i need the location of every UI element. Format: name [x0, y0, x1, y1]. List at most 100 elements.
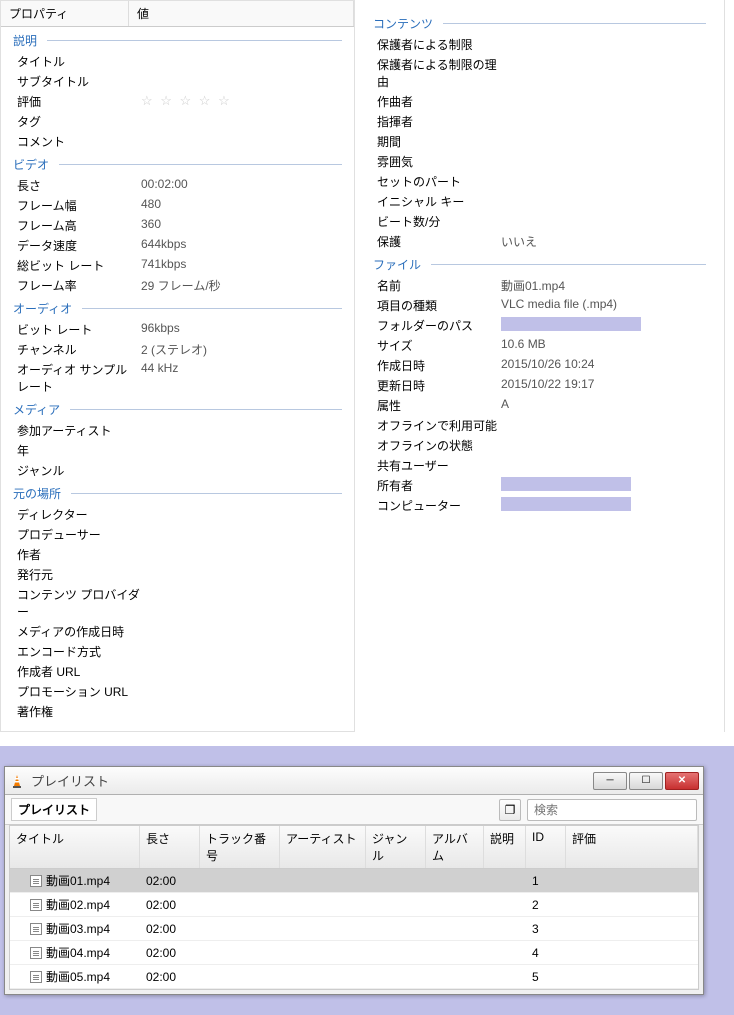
col-id[interactable]: ID: [526, 826, 566, 868]
property-row[interactable]: ディレクター: [9, 504, 346, 524]
property-row[interactable]: 保護者による制限の理由: [369, 54, 710, 91]
col-genre[interactable]: ジャンル: [366, 826, 426, 868]
col-title[interactable]: タイトル: [10, 826, 140, 868]
property-row[interactable]: 作曲者: [369, 91, 710, 111]
property-row[interactable]: 項目の種類VLC media file (.mp4): [369, 295, 710, 315]
playlist-row[interactable]: 動画05.mp402:005: [10, 965, 698, 989]
property-row[interactable]: プロモーション URL: [9, 681, 346, 701]
playlist-row[interactable]: 動画03.mp402:003: [10, 917, 698, 941]
property-row[interactable]: 参加アーティスト: [9, 420, 346, 440]
col-album[interactable]: アルバム: [426, 826, 484, 868]
playlist-row[interactable]: 動画04.mp402:004: [10, 941, 698, 965]
property-row[interactable]: 著作権: [9, 701, 346, 721]
prop-label: 参加アーティスト: [13, 422, 141, 439]
property-row[interactable]: 長さ00:02:00: [9, 175, 346, 195]
row-length: 02:00: [140, 895, 200, 915]
property-row[interactable]: サブタイトル: [9, 71, 346, 91]
property-row[interactable]: コメント: [9, 131, 346, 151]
prop-value-text: 10.6 MB: [501, 337, 546, 351]
redacted-value: [501, 477, 631, 491]
playlist-row[interactable]: 動画02.mp402:002: [10, 893, 698, 917]
property-row[interactable]: タグ: [9, 111, 346, 131]
property-row[interactable]: 指揮者: [369, 111, 710, 131]
property-row[interactable]: ビット レート96kbps: [9, 319, 346, 339]
property-row[interactable]: タイトル: [9, 51, 346, 71]
property-row[interactable]: 期間: [369, 131, 710, 151]
row-id: 3: [526, 919, 566, 939]
property-row[interactable]: 作者: [9, 544, 346, 564]
property-row[interactable]: フレーム高360: [9, 215, 346, 235]
rating-stars[interactable]: ☆ ☆ ☆ ☆ ☆: [141, 93, 232, 108]
property-row[interactable]: 作成者 URL: [9, 661, 346, 681]
property-row[interactable]: 保護いいえ: [369, 231, 710, 251]
col-length[interactable]: 長さ: [140, 826, 200, 868]
prop-value-text: 2015/10/26 10:24: [501, 357, 594, 371]
property-row[interactable]: 作成日時2015/10/26 10:24: [369, 355, 710, 375]
col-track[interactable]: トラック番号: [200, 826, 280, 868]
col-artist[interactable]: アーティスト: [280, 826, 366, 868]
property-row[interactable]: 総ビット レート741kbps: [9, 255, 346, 275]
prop-label: オーディオ サンプル レート: [13, 361, 141, 395]
property-row[interactable]: 更新日時2015/10/22 19:17: [369, 375, 710, 395]
property-row[interactable]: イニシャル キー: [369, 191, 710, 211]
property-row[interactable]: データ速度644kbps: [9, 235, 346, 255]
col-rating[interactable]: 評価: [566, 826, 698, 868]
row-length: 02:00: [140, 943, 200, 963]
property-row[interactable]: ビート数/分: [369, 211, 710, 231]
prop-value-text: 644kbps: [141, 237, 186, 251]
row-length: 02:00: [140, 919, 200, 939]
property-row[interactable]: コンピューター: [369, 495, 710, 515]
prop-label: エンコード方式: [13, 643, 141, 660]
prop-label: サブタイトル: [13, 73, 141, 90]
property-row[interactable]: 名前動画01.mp4: [369, 275, 710, 295]
property-row[interactable]: 属性A: [369, 395, 710, 415]
col-desc[interactable]: 説明: [484, 826, 526, 868]
property-row[interactable]: 評価☆ ☆ ☆ ☆ ☆: [9, 91, 346, 111]
playlist-label: プレイリスト: [11, 798, 97, 821]
redacted-value: [501, 497, 631, 511]
property-row[interactable]: フレーム率29 フレーム/秒: [9, 275, 346, 295]
row-id: 5: [526, 967, 566, 987]
property-row[interactable]: プロデューサー: [9, 524, 346, 544]
prop-label: オフラインで利用可能: [373, 417, 501, 434]
header-property[interactable]: プロパティ: [1, 1, 129, 26]
section-title: オーディオ: [1, 295, 354, 319]
file-icon: [30, 971, 42, 983]
property-row[interactable]: 年: [9, 440, 346, 460]
close-button[interactable]: ✕: [665, 772, 699, 790]
property-row[interactable]: オーディオ サンプル レート44 kHz: [9, 359, 346, 396]
property-row[interactable]: エンコード方式: [9, 641, 346, 661]
property-row[interactable]: コンテンツ プロバイダー: [9, 584, 346, 621]
property-row[interactable]: メディアの作成日時: [9, 621, 346, 641]
property-row[interactable]: オフラインで利用可能: [369, 415, 710, 435]
property-row[interactable]: オフラインの状態: [369, 435, 710, 455]
property-row[interactable]: サイズ10.6 MB: [369, 335, 710, 355]
prop-label: 名前: [373, 277, 501, 294]
property-row[interactable]: 雰囲気: [369, 151, 710, 171]
window-titlebar[interactable]: プレイリスト ─ ☐ ✕: [5, 767, 703, 795]
property-row[interactable]: フォルダーのパス: [369, 315, 710, 335]
property-row[interactable]: セットのパート: [369, 171, 710, 191]
maximize-button[interactable]: ☐: [629, 772, 663, 790]
property-row[interactable]: ジャンル: [9, 460, 346, 480]
properties-panel-left: プロパティ 値 説明タイトルサブタイトル評価☆ ☆ ☆ ☆ ☆タグコメントビデオ…: [0, 0, 355, 732]
prop-label: フォルダーのパス: [373, 317, 501, 334]
prop-label: 更新日時: [373, 377, 501, 394]
property-row[interactable]: チャンネル2 (ステレオ): [9, 339, 346, 359]
section-title: ファイル: [361, 251, 718, 275]
property-row[interactable]: 所有者: [369, 475, 710, 495]
property-row[interactable]: 共有ユーザー: [369, 455, 710, 475]
prop-label: ビット レート: [13, 321, 141, 338]
header-value[interactable]: 値: [129, 1, 354, 26]
prop-label: 著作権: [13, 703, 141, 720]
property-row[interactable]: フレーム幅480: [9, 195, 346, 215]
view-mode-button[interactable]: ❐: [499, 799, 521, 821]
property-row[interactable]: 保護者による制限: [369, 34, 710, 54]
minimize-button[interactable]: ─: [593, 772, 627, 790]
property-row[interactable]: 発行元: [9, 564, 346, 584]
section-title: 説明: [1, 27, 354, 51]
prop-label: 作者: [13, 546, 141, 563]
prop-value-text: 2015/10/22 19:17: [501, 377, 594, 391]
playlist-row[interactable]: 動画01.mp402:001: [10, 869, 698, 893]
search-input[interactable]: [527, 799, 697, 821]
